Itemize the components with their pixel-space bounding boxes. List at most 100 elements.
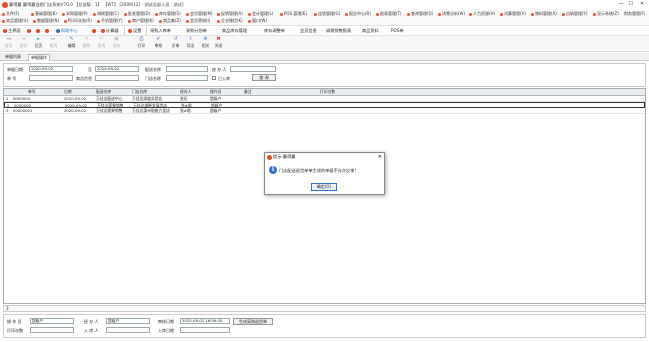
delete-button[interactable]: ✕ 删除 [80,37,93,49]
menu-mobile[interactable]: 手机管理(Y) [97,18,123,24]
related-button[interactable]: ⚙ 相关 [199,37,212,49]
menu-analysis[interactable]: 决策分析(W) [438,11,465,17]
menu-goods[interactable]: 商品管理(U) [2,18,28,24]
menu-hr[interactable]: 人力资源(H) [469,11,495,17]
warehouse-field[interactable] [166,66,208,72]
menu-member-mkt[interactable]: 会员营销(I) [186,18,210,24]
menu-member[interactable]: 会员管理(M) [186,11,213,17]
menu-dot-icon [345,12,348,16]
ok-button[interactable]: 确定(O) [311,183,337,191]
menu-purchase[interactable]: 采购管理(P) [62,11,88,17]
cancel-button[interactable]: ↶ 取消 [95,37,108,49]
nav-home[interactable]: 主界面 [3,28,21,34]
generate-purchase-return-button[interactable]: 生成采购退货单 [233,318,273,325]
doc-no-field[interactable] [29,75,73,81]
menu-dot-icon [376,12,379,16]
edit-button[interactable]: ✎ 编辑 [65,37,78,49]
menu-plus[interactable]: PLUS业务(R) [64,18,92,24]
menu-display[interactable]: 显示系统(Z) [593,11,619,17]
menu-chain[interactable]: 连锁管理(G) [314,11,340,17]
store-name-field[interactable] [166,75,208,81]
nav-stock-adjust[interactable]: 库存调整单 [264,28,285,34]
print-count-field[interactable] [30,327,74,333]
menu-report-center[interactable]: 报告中心(R) [345,11,371,17]
close-window-button[interactable]: ✕ [638,1,646,8]
menu-dot-icon [155,12,158,16]
menu-finance[interactable]: 财务管理(F) [624,11,645,17]
date-start-field[interactable]: 2020-09-02 [29,66,73,72]
button-label: 首页 [4,43,13,48]
warehouse-in-field[interactable] [106,327,150,333]
nav-settings[interactable]: 设置 [128,28,141,34]
info-icon: i [269,166,277,174]
app-logo-icon [2,1,8,8]
nav-pos-bill[interactable]: POS单 [391,28,404,34]
menu-label: 基础管理(B) [35,11,57,16]
dialog-close-button[interactable]: ✕ [378,153,382,161]
menu-wechat[interactable]: 企业微信(K) [217,18,243,24]
menu-cashier[interactable]: 出纳管理(Y) [562,11,588,17]
tab-doc-list[interactable]: 单据列表 [3,54,23,61]
save-button[interactable]: ▣ 保存 [110,37,123,49]
date-end-field[interactable]: 2020-09-02 [95,66,139,72]
table-row[interactable]: 3 00000001 2020-09-02 万佳达蔬果销售 万佳达惠州银座九龙店… [4,108,645,114]
menu-accounting[interactable]: 会计管理(L) [248,11,273,17]
operator-field[interactable]: 超级户 [30,318,74,324]
audit-button[interactable]: ✔ 审核 [152,37,165,49]
tab-doc-operation[interactable]: 单据操作 [28,54,50,61]
close-button[interactable]: ✖ 关闭 [212,37,225,49]
export-button[interactable]: ⇪ 导出 [184,37,197,49]
next-page-button[interactable]: ▸ 后页 [32,37,45,49]
maximize-button[interactable]: ☐ [627,1,635,8]
query-button[interactable]: 查 询 [252,74,276,81]
nav-purchase-plan[interactable]: 采购计划单 [186,28,207,34]
prev-page-button[interactable]: ◂ 前页 [17,37,30,49]
menu-goods-set[interactable]: 商品集(Z) [159,18,181,24]
print-button[interactable]: ⎙ 打印 [135,37,148,49]
nav-help[interactable]: 帮助中心 [56,28,78,34]
menu-material[interactable]: 物料管理(X) [531,11,557,17]
menu-transfer[interactable]: 调拨管理(C) [93,11,119,17]
close-icon: ✖ [216,36,221,42]
nav-transfer-report[interactable]: 调拨销售报表 [326,28,351,34]
menu-label: 文件(F) [6,11,20,16]
last-page-button[interactable]: ▸▸ 尾页 [47,37,60,49]
unaudit-button[interactable]: ↺ 反审 [169,37,182,49]
menu-merchant[interactable]: 商户管理(K) [128,18,154,24]
goods-info-field[interactable] [95,75,139,81]
menu-stock[interactable]: 库存管理(S) [155,11,181,17]
menu-label: 会计管理(L) [252,11,274,16]
menu-file[interactable]: 文件(F) [2,11,19,17]
menu-data[interactable]: 数据管理(N) [33,18,59,24]
audit-date-field[interactable]: 2020-09-02 16:59:00 [180,318,230,324]
menu-label: 人力资源(H) [473,11,496,16]
nav-lock[interactable] [92,28,97,33]
menu-reports[interactable]: 报表管理(T) [376,11,402,17]
nav-member-info[interactable]: 会员信息 [300,28,317,34]
menu-label: 企业微信(K) [221,18,243,23]
menu-basic[interactable]: 基础管理(B) [31,11,57,17]
menu-pos[interactable]: POS 管理(E) [280,11,307,17]
menu-promo[interactable]: 促销管理(A) [217,11,243,17]
handler-footer-field[interactable]: 超级户 [106,318,150,324]
menu-dot-icon [31,12,34,16]
menu-label: 报告中心(R) [349,11,371,16]
nav-back[interactable] [27,28,32,33]
menu-window[interactable]: 窗口(W) [248,18,267,24]
menu-dot-icon [531,12,534,16]
nav-stock-mgmt[interactable]: 商品库存管理 [222,28,247,34]
menu-query[interactable]: 查询管理(Q) [407,11,433,17]
nav-refresh[interactable] [45,28,50,33]
handler-field[interactable] [230,66,276,72]
nav-purchase-in[interactable]: 采购入库单 [150,28,171,34]
nav-forward[interactable] [36,28,41,33]
stored-checkbox[interactable] [212,76,216,80]
menu-wholesale[interactable]: 批发管理(D) [124,11,150,17]
alert-dialog: 提示-赢得赢 ✕ i 门店配送退货单单生成的单据不允许反审! 确定(O) [264,152,385,195]
nav-goods-data[interactable]: 商品资料 [362,28,379,34]
nav-calculator[interactable]: 计算器 [101,28,119,34]
in-date-field[interactable] [180,327,230,333]
first-page-button[interactable]: ◂◂ 首页 [2,37,15,49]
menu-trial[interactable]: 试算管理(V) [500,11,526,17]
minimize-button[interactable]: — [617,1,625,8]
